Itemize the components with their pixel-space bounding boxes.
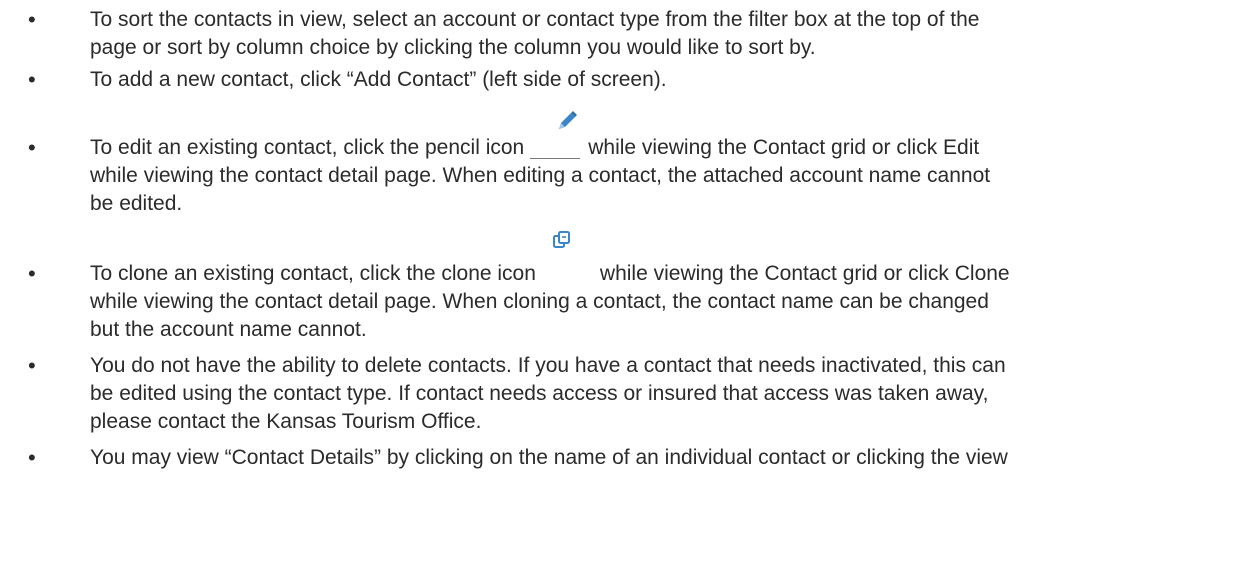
bullet-marker: • — [28, 7, 36, 32]
text-fragment: To clone an existing contact, click the … — [90, 262, 536, 285]
text-line: be edited. — [90, 192, 183, 215]
bullet-marker: • — [28, 261, 36, 286]
text-line: To edit an existing contact, click the p… — [90, 111, 1221, 162]
bullet-marker: • — [28, 445, 36, 470]
clone-icon — [540, 231, 594, 288]
text-line: but the account name cannot. — [90, 318, 367, 341]
bullet-text: You do not have the ability to delete co… — [90, 352, 1221, 436]
pencil-icon — [528, 111, 582, 162]
text-line: while viewing the contact detail page. W… — [90, 290, 989, 313]
text-line: To add a new contact, click “Add Contact… — [90, 68, 667, 91]
text-fragment: while viewing the Contact grid or click … — [588, 136, 980, 159]
bullet-text: To edit an existing contact, click the p… — [90, 111, 1221, 218]
text-line: You may view “Contact Details” by clicki… — [90, 446, 1008, 469]
text-line: You do not have the ability to delete co… — [90, 354, 1006, 377]
instructions-document: • To sort the contacts in view, select a… — [0, 0, 1251, 578]
bullet-text: To add a new contact, click “Add Contact… — [90, 66, 1221, 94]
text-fragment: while viewing the Contact grid or click … — [599, 262, 1010, 285]
bullet-text: To sort the contacts in view, select an … — [90, 6, 1221, 62]
text-line: To clone an existing contact, click the … — [90, 231, 1221, 288]
bullet-marker: • — [28, 353, 36, 378]
bullet-text: To clone an existing contact, click the … — [90, 231, 1221, 344]
text-fragment: To edit an existing contact, click the p… — [90, 136, 525, 159]
bullet-marker: • — [28, 135, 36, 160]
bullet-text: You may view “Contact Details” by clicki… — [90, 444, 1221, 472]
text-line: please contact the Kansas Tourism Office… — [90, 410, 482, 433]
text-line: To sort the contacts in view, select an … — [90, 8, 980, 31]
text-line: be edited using the contact type. If con… — [90, 382, 989, 405]
bullet-marker: • — [28, 67, 36, 92]
text-line: while viewing the contact detail page. W… — [90, 164, 991, 187]
text-line: page or sort by column choice by clickin… — [90, 36, 816, 59]
